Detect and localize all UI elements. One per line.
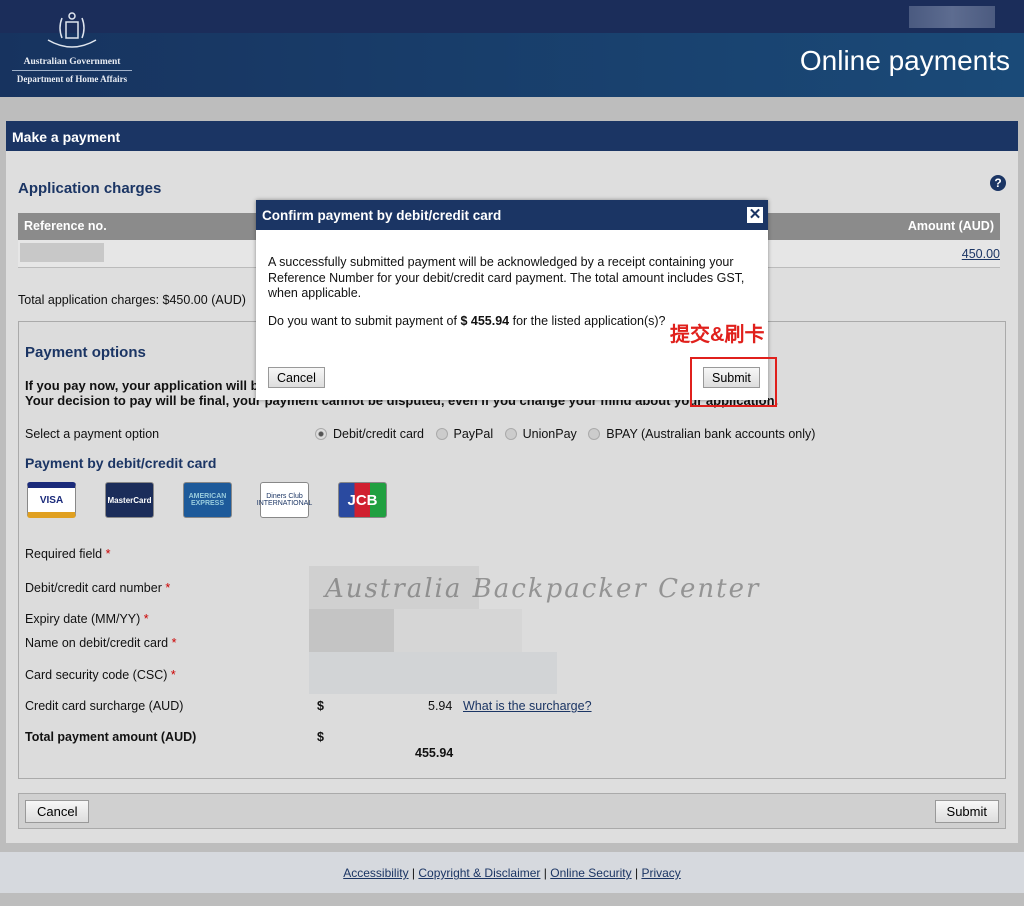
total-charges: Total application charges: $450.00 (AUD)	[18, 293, 246, 307]
total-value: 455.94	[415, 746, 454, 760]
application-charges-heading: Application charges	[18, 180, 162, 197]
coat-of-arms-logo	[47, 12, 97, 48]
logo-line-2: Department of Home Affairs	[16, 74, 128, 84]
radio-icon[interactable]	[315, 428, 327, 440]
footer-link-privacy[interactable]: Privacy	[641, 866, 680, 880]
expiry-label: Expiry date (MM/YY) *	[25, 612, 149, 626]
radio-icon[interactable]	[435, 428, 448, 440]
name-field[interactable]	[394, 609, 522, 652]
expiry-field[interactable]	[309, 609, 394, 652]
panel-title: Make a payment	[6, 121, 1018, 151]
surcharge-currency: $	[317, 699, 324, 713]
name-label: Name on debit/credit card *	[25, 636, 177, 650]
visa-logo: VISA	[27, 482, 76, 518]
separator: |	[543, 866, 547, 880]
submit-button[interactable]: Submit	[934, 800, 999, 823]
radio-bpay[interactable]: BPAY (Australian bank accounts only)	[580, 427, 815, 441]
footer-link-accessibility[interactable]: Accessibility	[343, 866, 408, 880]
card-payment-heading: Payment by debit/credit card	[25, 455, 217, 471]
radio-paypal[interactable]: PayPal	[428, 427, 494, 441]
radio-icon[interactable]	[504, 428, 517, 440]
action-bar: Cancel Submit	[18, 793, 1006, 829]
redacted-user-area	[909, 6, 995, 28]
radio-label: UnionPay	[522, 427, 577, 441]
dialog-cancel-button[interactable]: Cancel	[268, 367, 325, 388]
help-icon[interactable]: ?	[990, 175, 1006, 191]
annotation-highlight-box	[690, 357, 777, 407]
radio-label: Debit/credit card	[333, 427, 425, 441]
separator: |	[411, 866, 416, 880]
csc-field[interactable]	[309, 652, 557, 694]
csc-label: Card security code (CSC) *	[25, 668, 176, 682]
redacted-reference	[20, 243, 104, 262]
dialog-message: A successfully submitted payment will be…	[268, 255, 745, 300]
col-amount: Amount (AUD)	[907, 219, 994, 233]
amex-logo: AMERICAN EXPRESS	[183, 482, 232, 518]
radio-label: PayPal	[453, 427, 494, 441]
watermark: Australia Backpacker Center	[325, 574, 761, 604]
close-icon[interactable]: ✕	[747, 207, 763, 223]
payment-options-heading: Payment options	[25, 344, 146, 361]
total-label: Total payment amount (AUD)	[25, 730, 197, 744]
jcb-logo: JCB	[338, 482, 387, 518]
required-note: Required field *	[25, 547, 111, 561]
payment-option-radios: Debit/credit card PayPal UnionPay BPAY (…	[307, 427, 815, 441]
logo-line-1: Australian Government	[12, 57, 132, 71]
warning-line-1: If you pay now, your application will b	[25, 378, 259, 393]
annotation-text: 提交&刷卡	[670, 324, 765, 346]
select-option-label: Select a payment option	[25, 427, 160, 441]
amount-link[interactable]: 450.00	[962, 247, 1000, 261]
surcharge-label: Credit card surcharge (AUD)	[25, 699, 184, 713]
total-currency: $	[317, 730, 324, 744]
radio-debit-credit[interactable]: Debit/credit card	[307, 427, 424, 441]
footer-link-copyright[interactable]: Copyright & Disclaimer	[418, 866, 540, 880]
mastercard-logo: MasterCard	[105, 482, 154, 518]
footer: Accessibility | Copyright & Disclaimer |…	[0, 852, 1024, 893]
surcharge-info-link[interactable]: What is the surcharge?	[463, 699, 592, 713]
card-number-label: Debit/credit card number *	[25, 581, 171, 595]
surcharge-value: 5.94	[428, 699, 453, 713]
cancel-button[interactable]: Cancel	[25, 800, 90, 823]
separator: |	[634, 866, 639, 880]
diners-club-logo: Diners Club INTERNATIONAL	[257, 482, 312, 518]
site-title: Online payments	[799, 45, 1010, 76]
radio-icon[interactable]	[588, 428, 601, 440]
dialog-question: Do you want to submit payment of $ 455.9…	[268, 314, 666, 328]
footer-link-security[interactable]: Online Security	[550, 866, 631, 880]
dialog-title: Confirm payment by debit/credit card	[256, 200, 768, 230]
site-header: Australian Government Department of Home…	[0, 0, 1024, 97]
radio-label: BPAY (Australian bank accounts only)	[606, 427, 816, 441]
radio-unionpay[interactable]: UnionPay	[497, 427, 577, 441]
col-reference: Reference no.	[24, 219, 107, 233]
